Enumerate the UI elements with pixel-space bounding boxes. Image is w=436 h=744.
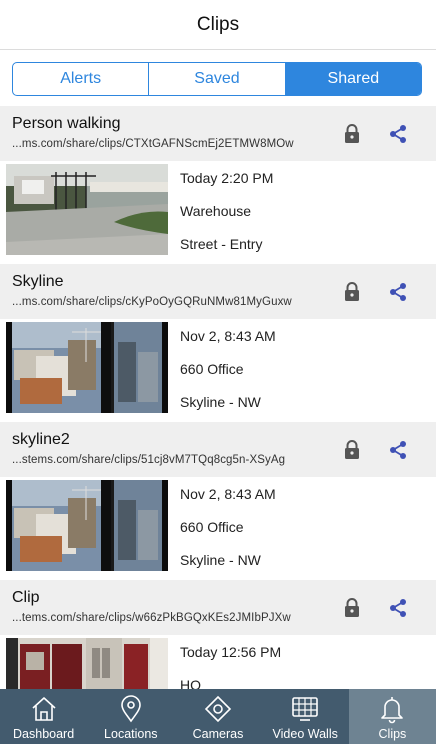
clip-camera: Skyline - NW — [180, 394, 261, 410]
clip-title: skyline2 — [12, 431, 70, 448]
tab-label: Dashboard — [13, 727, 75, 741]
share-icon[interactable] — [388, 440, 408, 460]
clip-header: Person walking ...ms.com/share/clips/CTX… — [0, 106, 436, 161]
clip-item[interactable]: Skyline ...ms.com/share/clips/cKyPoOyGQR… — [0, 264, 436, 422]
clip-camera: Skyline - NW — [180, 552, 261, 568]
clip-share-url: ...ms.com/share/clips/CTXtGAFNScmEj2ETMW… — [12, 138, 294, 150]
clips-list[interactable]: Person walking ...ms.com/share/clips/CTX… — [0, 106, 436, 689]
tab-label: Clips — [378, 727, 407, 741]
clip-thumbnail[interactable] — [6, 322, 168, 413]
clip-time: Today 2:20 PM — [180, 170, 274, 186]
top-nav-bar: Clips — [0, 0, 436, 50]
clip-location: Warehouse — [180, 203, 252, 219]
clip-title: Skyline — [12, 273, 64, 290]
tab-video-walls[interactable]: Video Walls — [262, 689, 349, 744]
tab-cameras[interactable]: Cameras — [174, 689, 261, 744]
lock-icon[interactable] — [343, 124, 361, 144]
camera-diamond-icon — [204, 695, 232, 723]
segment-saved[interactable]: Saved — [149, 63, 286, 95]
tab-label: Video Walls — [272, 727, 338, 741]
bell-icon — [381, 697, 404, 724]
tab-clips[interactable]: Clips — [348, 689, 436, 744]
clip-time: Nov 2, 8:43 AM — [180, 486, 276, 502]
clip-share-url: ...ms.com/share/clips/cKyPoOyGQRuNMw81My… — [12, 296, 292, 308]
clip-body[interactable]: Nov 2, 8:43 AM 660 Office Skyline - NW — [0, 319, 436, 422]
clip-item[interactable]: Person walking ...ms.com/share/clips/CTX… — [0, 106, 436, 264]
bottom-tab-bar: Dashboard Locations Cameras Video Walls … — [0, 689, 436, 744]
tab-label: Cameras — [192, 727, 244, 741]
clip-location: HQ — [180, 677, 201, 689]
clip-thumbnail[interactable] — [6, 480, 168, 571]
clip-item[interactable]: Clip ...tems.com/share/clips/w66zPkBGQxK… — [0, 580, 436, 689]
segment-shared[interactable]: Shared — [285, 63, 421, 95]
clip-location: 660 Office — [180, 361, 244, 377]
clip-body[interactable]: Today 2:20 PM Warehouse Street - Entry — [0, 161, 436, 264]
tab-label: Locations — [104, 727, 158, 741]
lock-icon[interactable] — [343, 440, 361, 460]
clip-header: Clip ...tems.com/share/clips/w66zPkBGQxK… — [0, 580, 436, 635]
clip-time: Today 12:56 PM — [180, 644, 282, 660]
clip-body[interactable]: Nov 2, 8:43 AM 660 Office Skyline - NW — [0, 477, 436, 580]
clip-thumbnail[interactable] — [6, 638, 168, 689]
share-icon[interactable] — [388, 282, 408, 302]
share-icon[interactable] — [388, 598, 408, 618]
lock-icon[interactable] — [343, 598, 361, 618]
page-title: Clips — [196, 13, 240, 35]
lock-icon[interactable] — [343, 282, 361, 302]
segment-alerts[interactable]: Alerts — [13, 63, 150, 95]
tab-dashboard[interactable]: Dashboard — [0, 689, 87, 744]
clip-item[interactable]: skyline2 ...stems.com/share/clips/51cj8v… — [0, 422, 436, 580]
clip-header: Skyline ...ms.com/share/clips/cKyPoOyGQR… — [0, 264, 436, 319]
clip-camera: Street - Entry — [180, 236, 263, 252]
clip-title: Person walking — [12, 115, 121, 132]
clip-header: skyline2 ...stems.com/share/clips/51cj8v… — [0, 422, 436, 477]
clips-filter-segmented-control: Alerts Saved Shared — [12, 62, 422, 96]
clip-location: 660 Office — [180, 519, 244, 535]
clip-title: Clip — [12, 589, 40, 606]
house-icon — [32, 697, 56, 721]
clip-body[interactable]: Today 12:56 PM HQ — [0, 635, 436, 689]
map-pin-icon — [120, 695, 141, 723]
share-icon[interactable] — [388, 124, 408, 144]
clip-share-url: ...tems.com/share/clips/w66zPkBGQxKEs2JM… — [12, 612, 291, 624]
clip-time: Nov 2, 8:43 AM — [180, 328, 276, 344]
video-wall-icon — [292, 697, 319, 721]
tab-locations[interactable]: Locations — [87, 689, 174, 744]
clip-thumbnail[interactable] — [6, 164, 168, 255]
clip-share-url: ...stems.com/share/clips/51cj8vM7TQq8cg5… — [12, 454, 286, 466]
